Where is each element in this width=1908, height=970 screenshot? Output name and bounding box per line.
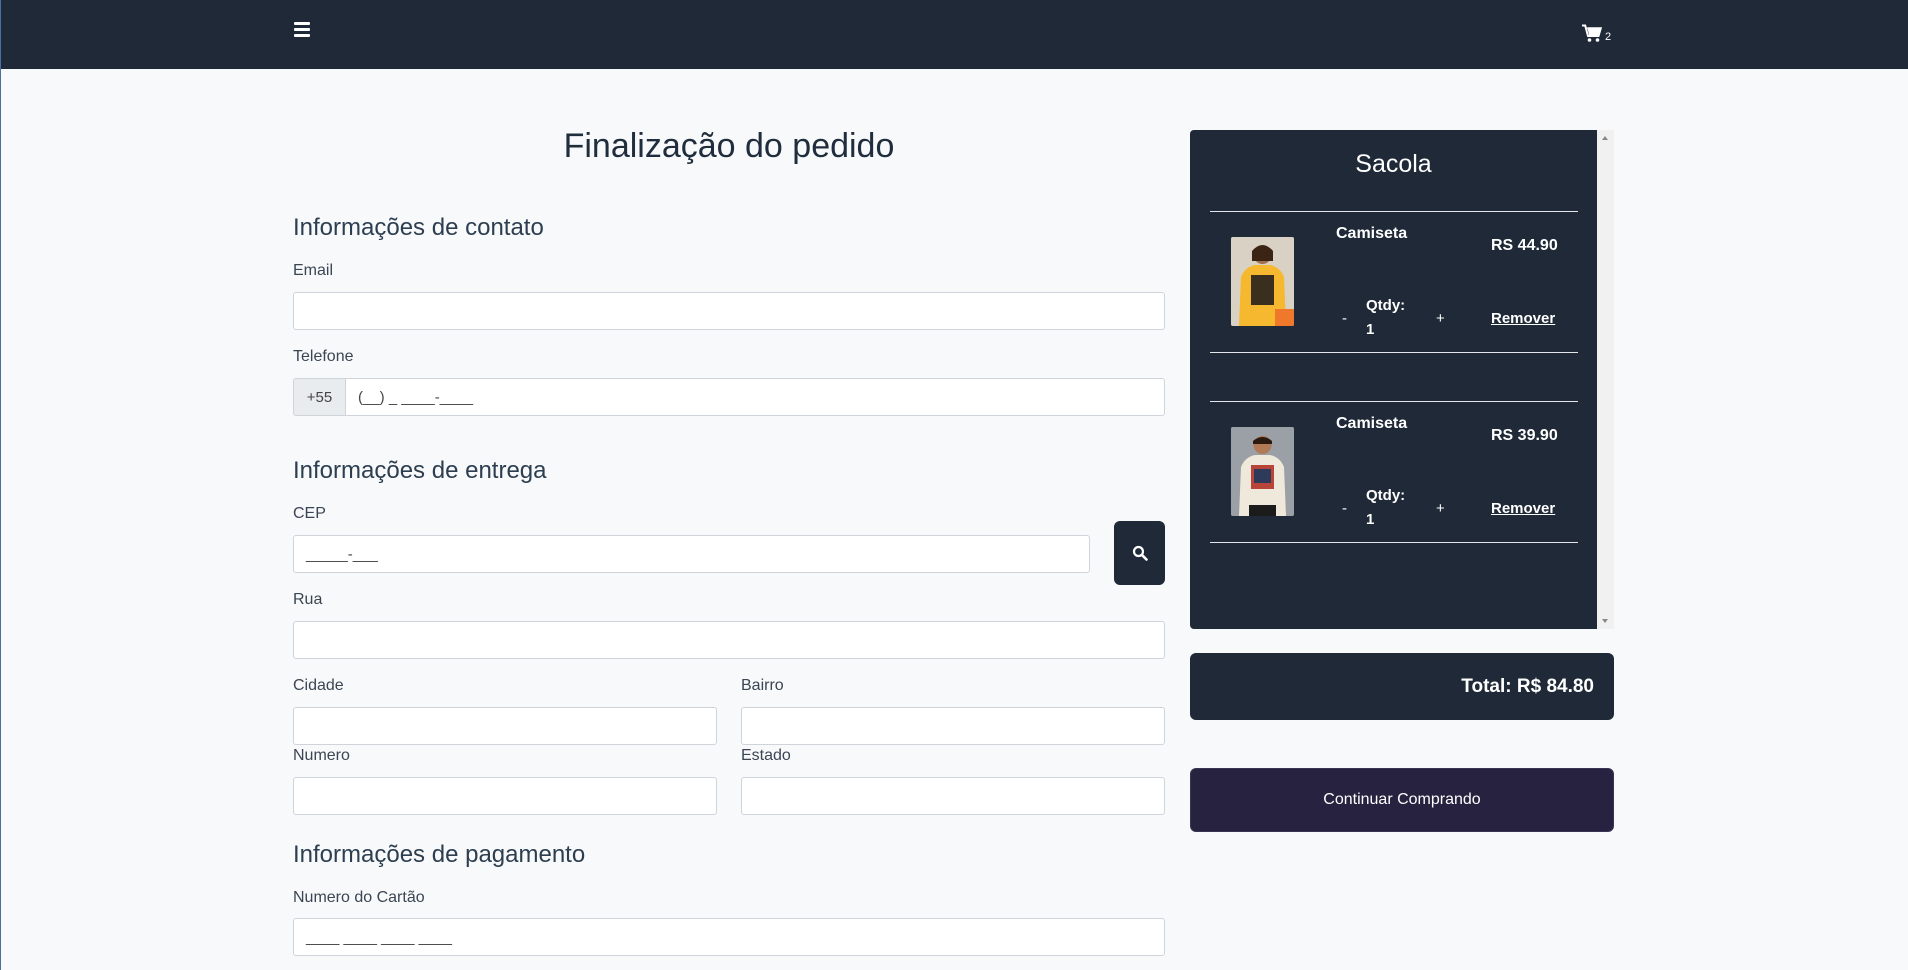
hamburger-icon[interactable] [294,22,310,38]
divider [1210,352,1578,353]
continue-shopping-button[interactable]: Continuar Comprando [1190,768,1614,832]
divider [1210,542,1578,543]
divider [1210,401,1578,402]
qty-increase-button[interactable]: + [1436,500,1445,517]
qty-decrease-button[interactable]: - [1342,310,1347,327]
cep-label: CEP [293,505,326,522]
item-name: Camiseta [1336,415,1408,432]
item-price: RS 39.90 [1491,427,1558,444]
cart-icon [1582,24,1602,42]
city-label: Cidade [293,677,344,694]
cep-field[interactable]: _____-___ [293,535,1090,573]
qty-decrease-button[interactable]: - [1342,500,1347,517]
state-field[interactable] [741,777,1165,815]
continue-shopping-label: Continuar Comprando [1323,791,1481,808]
cep-search-button[interactable] [1114,521,1165,585]
bag-title: Sacola [1355,150,1432,178]
item-quantity: Qtdy: 1 [1366,297,1406,338]
total-text: Total: R$ 84.80 [1461,675,1594,697]
number-label: Numero [293,747,350,764]
email-field[interactable] [293,292,1165,330]
search-icon [1132,545,1148,561]
street-label: Rua [293,591,323,608]
district-field[interactable] [741,707,1165,745]
district-label: Bairro [741,677,784,694]
phone-country-prefix: +55 [293,378,345,416]
product-image [1231,237,1294,326]
state-label: Estado [741,747,791,764]
delivery-section-title: Informações de entrega [293,457,547,484]
product-image [1231,427,1294,516]
email-label: Email [293,262,334,279]
street-field[interactable] [293,621,1165,659]
item-name: Camiseta [1336,225,1408,242]
qty-increase-button[interactable]: + [1436,310,1445,327]
scroll-down-icon[interactable] [1602,619,1608,623]
phone-field[interactable]: (__) _ ____-____ [345,378,1165,416]
number-field[interactable] [293,777,717,815]
contact-section-title: Informações de contato [293,214,544,241]
shopping-bag-panel[interactable]: Sacola Camiseta RS 44.90 - Qtdy: 1 + Rem… [1190,130,1614,629]
order-total: Total: R$ 84.80 [1190,653,1614,720]
cart-button[interactable]: 2 [1582,24,1611,43]
item-price: RS 44.90 [1491,237,1558,254]
top-navbar: 2 [0,0,1908,69]
divider [1210,211,1578,212]
city-field[interactable] [293,707,717,745]
bag-scrollbar[interactable] [1597,130,1614,629]
scroll-up-icon[interactable] [1602,136,1608,140]
page-left-border [0,69,1,970]
card-number-field[interactable]: ____ ____ ____ ____ [293,918,1165,956]
page-title: Finalização do pedido [563,127,895,165]
card-number-label: Numero do Cartão [293,889,425,906]
phone-label: Telefone [293,348,354,365]
remove-item-button[interactable]: Remover [1491,310,1555,327]
cart-count-badge: 2 [1605,31,1612,43]
payment-section-title: Informações de pagamento [293,841,586,868]
remove-item-button[interactable]: Remover [1491,500,1555,517]
item-quantity: Qtdy: 1 [1366,487,1406,528]
